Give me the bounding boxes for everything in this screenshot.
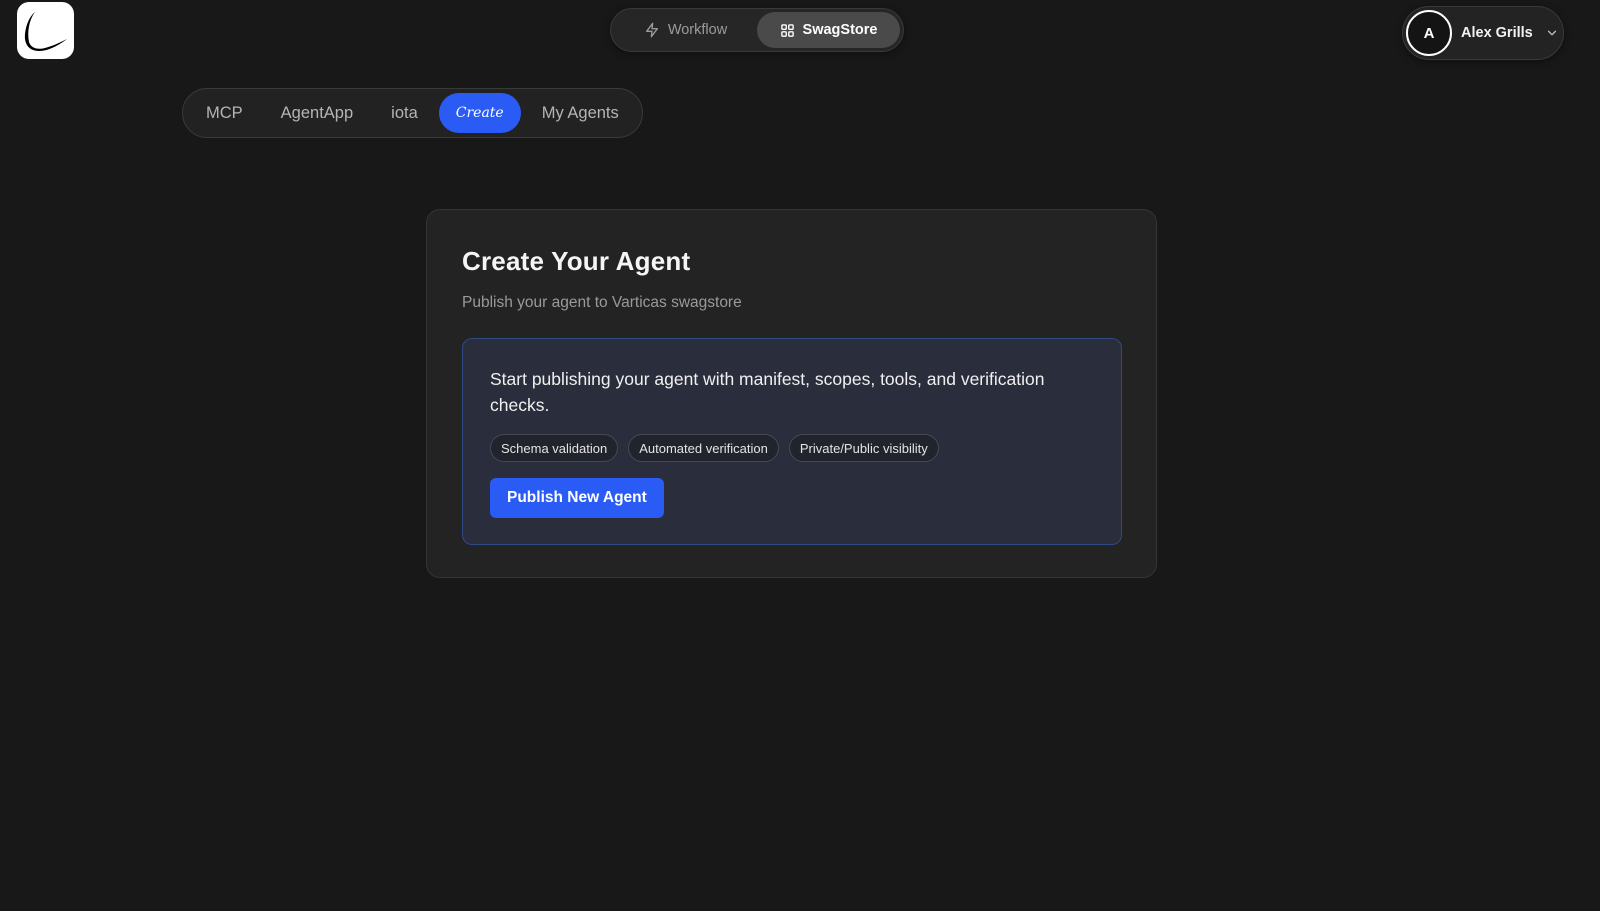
publish-panel: Start publishing your agent with manifes… [462, 338, 1122, 545]
tab-iota[interactable]: iota [374, 93, 435, 133]
chevron-down-icon [1545, 26, 1559, 40]
user-menu[interactable]: A Alex Grills [1402, 6, 1564, 60]
app-logo[interactable] [17, 2, 74, 59]
top-nav: Workflow SwagStore [610, 8, 904, 52]
publish-description: Start publishing your agent with manifes… [490, 369, 1045, 415]
publish-new-agent-button[interactable]: Publish New Agent [490, 478, 664, 518]
tab-mcp[interactable]: MCP [189, 93, 260, 133]
feature-tags: Schema validation Automated verification… [490, 434, 1094, 462]
tab-create[interactable]: Create [438, 93, 521, 133]
tag-schema-validation: Schema validation [490, 434, 619, 462]
grid-icon [780, 23, 794, 37]
tag-visibility: Private/Public visibility [788, 434, 939, 462]
nav-workflow[interactable]: Workflow [614, 12, 757, 48]
avatar: A [1406, 10, 1452, 56]
l-swoosh-logo-icon [24, 11, 67, 51]
tab-my-agents[interactable]: My Agents [525, 93, 636, 133]
create-agent-card: Create Your Agent Publish your agent to … [426, 209, 1157, 578]
nav-swagstore[interactable]: SwagStore [757, 12, 900, 48]
page-title: Create Your Agent [462, 246, 691, 276]
user-name: Alex Grills [1461, 25, 1533, 41]
nav-workflow-label: Workflow [667, 22, 728, 38]
lightning-icon [645, 22, 658, 38]
nav-swagstore-label: SwagStore [802, 22, 878, 38]
page-subtitle: Publish your agent to Varticas swagstore [462, 294, 742, 311]
sub-tabs: MCP AgentApp iota Create My Agents [182, 88, 643, 138]
tab-agentapp[interactable]: AgentApp [264, 93, 370, 133]
tag-automated-verification: Automated verification [628, 434, 779, 462]
